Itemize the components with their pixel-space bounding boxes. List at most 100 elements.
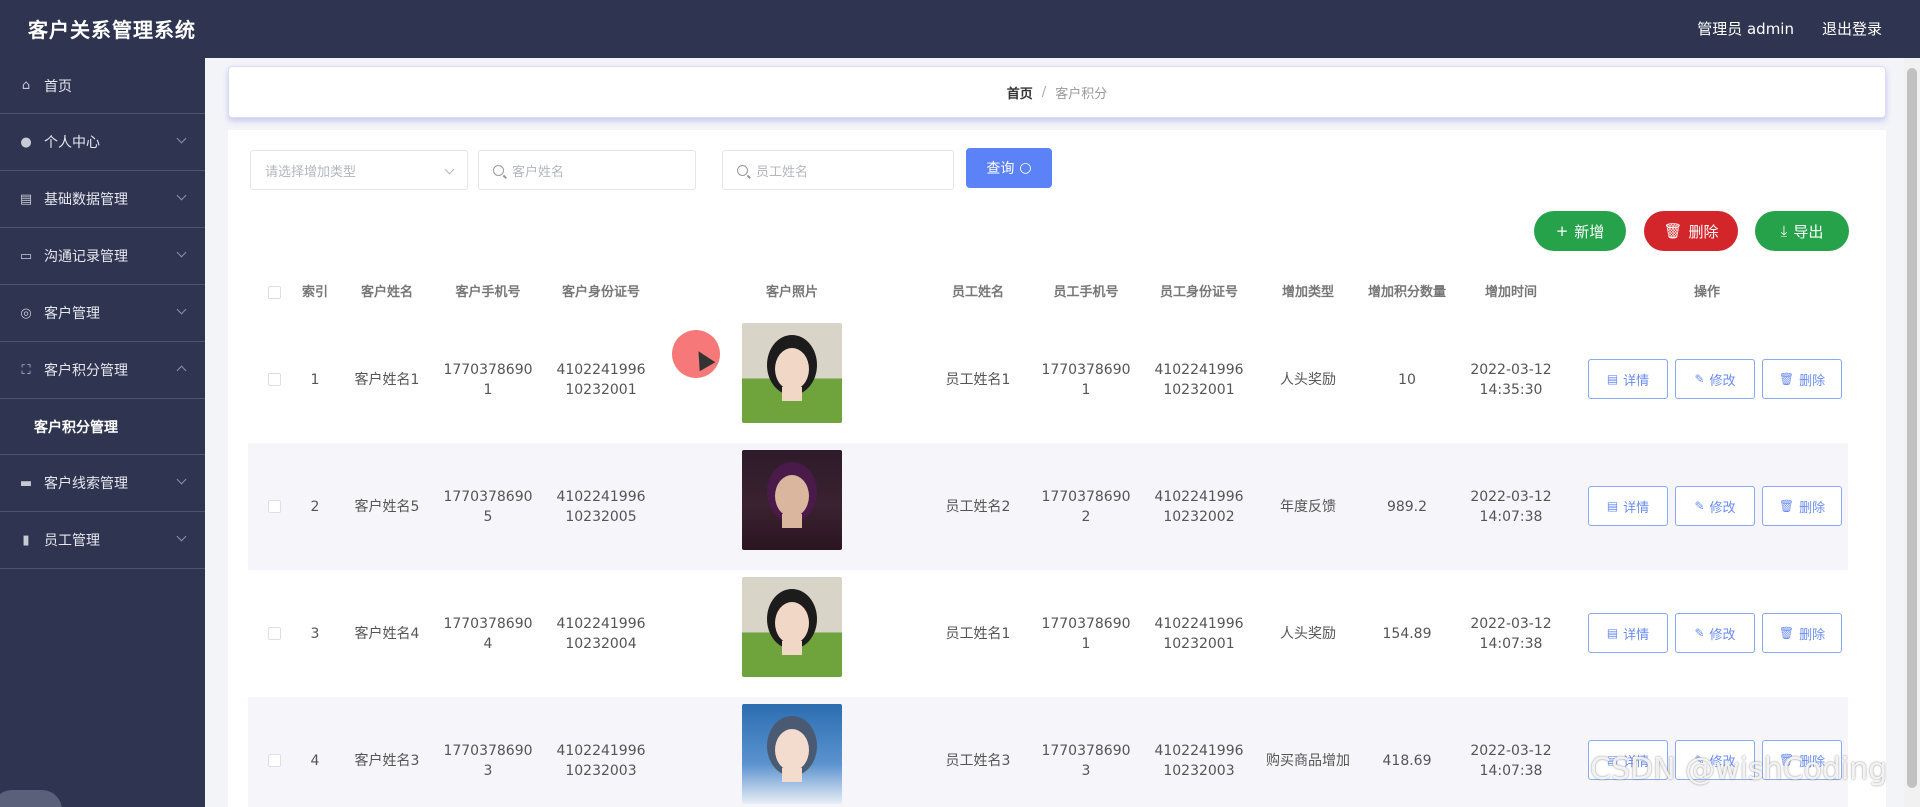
cell-index: 4: [310, 752, 320, 769]
page-scrollbar[interactable]: [1904, 58, 1920, 807]
chevron-down-icon: [176, 190, 187, 201]
sidebar-item-customers[interactable]: ◎ 客户管理: [0, 285, 205, 342]
cell-customer-name: 客户姓名4: [354, 625, 420, 642]
cell-customer-phone: 1770378690 4: [434, 570, 542, 697]
breadcrumb-current: 客户积分: [1055, 86, 1108, 102]
edit-icon: ✎: [1694, 499, 1705, 513]
cell-customer-id: 4102241996 10232004: [542, 570, 660, 697]
scrollbar-thumb[interactable]: [1907, 68, 1917, 788]
breadcrumb-home[interactable]: 首页: [1007, 83, 1033, 102]
cell-staff-phone: 1770378690 1: [1032, 316, 1140, 443]
id-part: 4102241996: [1154, 742, 1244, 759]
customer-photo[interactable]: [742, 704, 842, 804]
phone-part: 1770378690: [443, 615, 533, 632]
time-part: 14:07:38: [1479, 635, 1543, 652]
edit-button[interactable]: ✎ 修改: [1675, 359, 1755, 399]
row-checkbox[interactable]: [268, 373, 281, 386]
customer-photo[interactable]: [742, 323, 842, 423]
id-part: 4102241996: [556, 615, 646, 632]
table-row: 3 客户姓名4 1770378690 4 4102241996 10232004 员工姓名1…: [248, 570, 1848, 697]
edit-label: 修改: [1709, 627, 1736, 643]
date-part: 2022-03-12: [1470, 742, 1552, 759]
sidebar-item-leads[interactable]: ▬ 客户线索管理: [0, 455, 205, 512]
bulk-delete-button[interactable]: 🗑 删除: [1644, 211, 1738, 251]
sidebar-item-label: 客户管理: [44, 306, 100, 322]
cell-staff-name: 员工姓名1: [945, 371, 1011, 388]
row-delete-button[interactable]: 🗑 删除: [1762, 613, 1842, 653]
id-part: 4102241996: [556, 361, 646, 378]
export-button[interactable]: ⤓ 导出: [1755, 211, 1849, 251]
trash-icon: 🗑: [1778, 372, 1795, 386]
edit-label: 修改: [1709, 373, 1736, 389]
detail-button[interactable]: ▤ 详情: [1588, 486, 1668, 526]
cell-customer-phone: 1770378690 1: [434, 316, 542, 443]
row-checkbox[interactable]: [268, 754, 281, 767]
type-select-placeholder: 请选择增加类型: [265, 164, 357, 180]
type-select[interactable]: 请选择增加类型: [250, 150, 468, 190]
sidebar-item-label: 员工管理: [44, 533, 100, 549]
floating-button[interactable]: [0, 790, 62, 807]
home-icon: ⌂: [21, 78, 31, 93]
id-part: 4102241996: [556, 742, 646, 759]
logout-link[interactable]: 退出登录: [1822, 18, 1882, 39]
sidebar-item-profile[interactable]: ● 个人中心: [0, 114, 205, 171]
record-icon: ▭: [19, 248, 33, 264]
chevron-down-icon: [176, 531, 187, 542]
table-row: 2 客户姓名5 1770378690 5 4102241996 10232005 员工姓名2…: [248, 443, 1848, 570]
cell-customer-phone: 1770378690 5: [434, 443, 542, 570]
phone-part: 1770378690: [443, 488, 533, 505]
edit-label: 修改: [1709, 500, 1736, 516]
add-button[interactable]: + 新增: [1534, 211, 1626, 251]
search-button[interactable]: 查询 ○: [966, 148, 1052, 188]
customer-photo[interactable]: [742, 577, 842, 677]
row-checkbox[interactable]: [268, 627, 281, 640]
staff-name-placeholder: 员工姓名: [756, 164, 809, 180]
header-customer-id: 客户身份证号: [561, 285, 640, 300]
search-icon: [493, 164, 504, 176]
plus-icon: +: [1555, 222, 1569, 240]
id-part: 4102241996: [556, 488, 646, 505]
sidebar-item-staff[interactable]: ▮ 员工管理: [0, 512, 205, 569]
customer-photo[interactable]: [742, 450, 842, 550]
header-points: 增加积分数量: [1367, 285, 1446, 300]
trash-icon: 🗑: [1778, 626, 1795, 640]
sidebar-subitem-points[interactable]: 客户积分管理: [0, 399, 205, 455]
row-delete-button[interactable]: 🗑 删除: [1762, 486, 1842, 526]
row-checkbox[interactable]: [268, 500, 281, 513]
cell-customer-id: 4102241996 10232005: [542, 443, 660, 570]
sidebar-item-basic-data[interactable]: ▤ 基础数据管理: [0, 171, 205, 228]
table-row: 1 客户姓名1 1770378690 1 4102241996 10232001 员工姓名1…: [248, 316, 1848, 443]
cell-staff-id: 4102241996 10232003: [1140, 697, 1258, 807]
id-part: 4102241996: [1154, 488, 1244, 505]
phone-part: 2: [1081, 508, 1091, 525]
row-delete-button[interactable]: 🗑 删除: [1762, 359, 1842, 399]
data-icon: ▤: [19, 191, 33, 207]
id-part: 10232003: [1163, 762, 1235, 779]
sidebar-item-points[interactable]: ⛶ 客户积分管理: [0, 342, 205, 399]
cell-index: 2: [310, 498, 320, 515]
header-customer-name: 客户姓名: [360, 285, 413, 300]
cell-customer-name: 客户姓名5: [354, 498, 420, 515]
sidebar-item-label: 个人中心: [44, 135, 100, 151]
id-part: 10232003: [565, 762, 637, 779]
date-part: 2022-03-12: [1470, 488, 1552, 505]
chevron-down-icon: [176, 474, 187, 485]
chevron-down-icon: [444, 164, 455, 175]
time-part: 14:07:38: [1479, 762, 1543, 779]
detail-button[interactable]: ▤ 详情: [1588, 613, 1668, 653]
phone-part: 1: [483, 381, 493, 398]
select-all-checkbox[interactable]: [268, 286, 281, 299]
frame-icon: ⛶: [21, 362, 31, 378]
staff-name-input[interactable]: 员工姓名: [722, 150, 954, 190]
cell-staff-phone: 1770378690 2: [1032, 443, 1140, 570]
edit-button[interactable]: ✎ 修改: [1675, 486, 1755, 526]
document-icon: ▤: [1606, 499, 1619, 513]
detail-button[interactable]: ▤ 详情: [1588, 359, 1668, 399]
edit-button[interactable]: ✎ 修改: [1675, 613, 1755, 653]
customer-name-input[interactable]: 客户姓名: [478, 150, 696, 190]
portrait-image: [767, 716, 817, 782]
sidebar-item-records[interactable]: ▭ 沟通记录管理: [0, 228, 205, 285]
cell-staff-id: 4102241996 10232002: [1140, 443, 1258, 570]
chevron-down-icon: [176, 304, 187, 315]
sidebar-item-home[interactable]: ⌂ 首页: [0, 58, 205, 114]
